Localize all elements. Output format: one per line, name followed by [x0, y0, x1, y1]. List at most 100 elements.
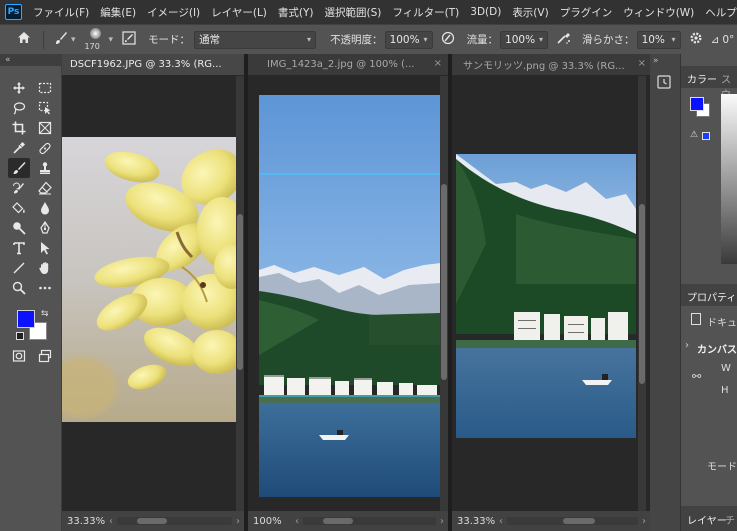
- scrollbar-thumb[interactable]: [441, 184, 447, 380]
- chevron-down-icon[interactable]: ›: [685, 340, 689, 351]
- crop-tool-icon[interactable]: [8, 118, 30, 138]
- menu-window[interactable]: ウィンドウ(W): [618, 5, 700, 20]
- spot-healing-tool-icon[interactable]: [34, 138, 56, 158]
- marquee-tool-icon[interactable]: [34, 78, 56, 98]
- eraser-tool-icon[interactable]: [34, 178, 56, 198]
- scrollbar-thumb[interactable]: [563, 518, 595, 524]
- tab-title: IMG_1423a_2.jpg @ 100% (...: [267, 59, 415, 70]
- airbrush-icon[interactable]: [556, 31, 572, 49]
- tab-layers[interactable]: レイヤー: [687, 512, 727, 527]
- blur-tool-icon[interactable]: [34, 198, 56, 218]
- tab-document-3[interactable]: サンモリッツ.png @ 33.3% (RG... ×: [452, 54, 650, 75]
- chevron-down-icon[interactable]: ▾: [71, 35, 76, 45]
- path-selection-tool-icon[interactable]: [34, 238, 56, 258]
- tab-channels[interactable]: チ: [725, 512, 735, 527]
- type-tool-icon[interactable]: [8, 238, 30, 258]
- menu-help[interactable]: ヘルプ(H): [700, 5, 737, 20]
- pen-tool-icon[interactable]: [34, 218, 56, 238]
- tools-panel: « ⇆: [0, 54, 62, 531]
- scrollbar-thumb[interactable]: [137, 518, 167, 524]
- brush-tool-icon[interactable]: [54, 31, 68, 49]
- scroll-left-icon[interactable]: ‹: [109, 516, 113, 527]
- scrollbar-thumb[interactable]: [323, 518, 353, 524]
- swap-colors-icon[interactable]: ⇆: [41, 309, 49, 319]
- paint-bucket-tool-icon[interactable]: [8, 198, 30, 218]
- move-tool-icon[interactable]: [8, 78, 30, 98]
- close-icon[interactable]: ×: [434, 58, 442, 69]
- chevron-down-icon: ▾: [307, 35, 312, 44]
- blend-mode-select[interactable]: 通常 ▾: [194, 30, 317, 49]
- more-tools-icon[interactable]: [34, 278, 56, 298]
- smoothing-input[interactable]: 10% ▾: [636, 30, 681, 49]
- scrollbar-thumb[interactable]: [237, 214, 243, 370]
- panel-expand-icon[interactable]: »: [653, 56, 659, 66]
- link-icon[interactable]: ⚯: [692, 370, 701, 383]
- lasso-tool-icon[interactable]: [8, 98, 30, 118]
- brush-tool-icon[interactable]: [8, 158, 30, 178]
- scroll-right-icon[interactable]: ›: [440, 516, 448, 527]
- horizontal-scrollbar[interactable]: [507, 517, 638, 525]
- menu-select[interactable]: 選択範囲(S): [320, 5, 388, 20]
- document-canvas-3[interactable]: [452, 76, 650, 511]
- document-canvas-2[interactable]: [248, 76, 448, 511]
- tab-properties[interactable]: プロパティ: [687, 289, 736, 304]
- zoom-level[interactable]: 33.33%: [452, 516, 499, 527]
- close-icon[interactable]: ×: [638, 58, 646, 69]
- zoom-tool-icon[interactable]: [8, 278, 30, 298]
- gear-icon[interactable]: [689, 31, 703, 49]
- vertical-scrollbar[interactable]: [236, 76, 244, 511]
- angle-value[interactable]: 0°: [722, 34, 734, 46]
- vertical-scrollbar[interactable]: [440, 76, 448, 511]
- menu-type[interactable]: 書式(Y): [273, 5, 320, 20]
- color-field[interactable]: [721, 94, 737, 264]
- scroll-right-icon[interactable]: ›: [236, 516, 244, 527]
- opacity-input[interactable]: 100% ▾: [384, 30, 433, 49]
- menu-file[interactable]: ファイル(F): [28, 5, 95, 20]
- menu-filter[interactable]: フィルター(T): [387, 5, 465, 20]
- pressure-opacity-icon[interactable]: [441, 31, 455, 49]
- tab-document-1[interactable]: DSCF1962.JPG @ 33.3% (RG...: [62, 54, 244, 75]
- scrollbar-thumb[interactable]: [639, 204, 645, 384]
- tab-color[interactable]: カラー: [687, 71, 717, 86]
- screen-mode-icon[interactable]: [34, 346, 56, 366]
- web-safe-color-icon[interactable]: [702, 132, 710, 140]
- tab-document-2[interactable]: IMG_1423a_2.jpg @ 100% (... ×: [248, 54, 448, 75]
- line-tool-icon[interactable]: [8, 258, 30, 278]
- home-icon[interactable]: [17, 31, 31, 48]
- clone-stamp-tool-icon[interactable]: [34, 158, 56, 178]
- frame-tool-icon[interactable]: [34, 118, 56, 138]
- scroll-left-icon[interactable]: ‹: [499, 516, 503, 527]
- document-canvas-1[interactable]: [62, 76, 244, 511]
- flower-photo: [62, 137, 244, 422]
- menu-image[interactable]: イメージ(I): [142, 5, 206, 20]
- menu-view[interactable]: 表示(V): [507, 5, 554, 20]
- horizontal-scrollbar[interactable]: [117, 517, 232, 525]
- brush-preset-picker[interactable]: 170: [84, 26, 108, 54]
- eyedropper-tool-icon[interactable]: [8, 138, 30, 158]
- hand-tool-icon[interactable]: [34, 258, 56, 278]
- menu-edit[interactable]: 編集(E): [95, 5, 142, 20]
- menu-3d[interactable]: 3D(D): [465, 6, 507, 18]
- foreground-color-swatch[interactable]: [690, 97, 704, 111]
- brush-settings-panel-icon[interactable]: [122, 30, 136, 49]
- foreground-color-swatch[interactable]: [17, 310, 35, 328]
- object-selection-tool-icon[interactable]: [34, 98, 56, 118]
- history-brush-tool-icon[interactable]: [8, 178, 30, 198]
- menu-layer[interactable]: レイヤー(L): [206, 5, 273, 20]
- history-panel-icon[interactable]: [656, 74, 672, 93]
- scroll-right-icon[interactable]: ›: [642, 516, 650, 527]
- flow-input[interactable]: 100% ▾: [500, 30, 549, 49]
- zoom-level[interactable]: 33.33%: [62, 516, 109, 527]
- horizontal-scrollbar[interactable]: [303, 517, 436, 525]
- vertical-scrollbar[interactable]: [638, 76, 646, 511]
- scroll-left-icon[interactable]: ‹: [295, 516, 299, 527]
- zoom-level[interactable]: 100%: [248, 516, 295, 527]
- default-colors-icon[interactable]: [16, 332, 24, 340]
- chevron-down-icon[interactable]: ▾: [109, 35, 114, 45]
- quick-mask-icon[interactable]: [8, 346, 30, 366]
- panel-collapse-icon[interactable]: «: [0, 54, 61, 66]
- menu-bar: Ps ファイル(F) 編集(E) イメージ(I) レイヤー(L) 書式(Y) 選…: [0, 0, 737, 24]
- opacity-value: 100%: [389, 33, 420, 46]
- menu-plugins[interactable]: プラグイン: [555, 5, 619, 20]
- dodge-tool-icon[interactable]: [8, 218, 30, 238]
